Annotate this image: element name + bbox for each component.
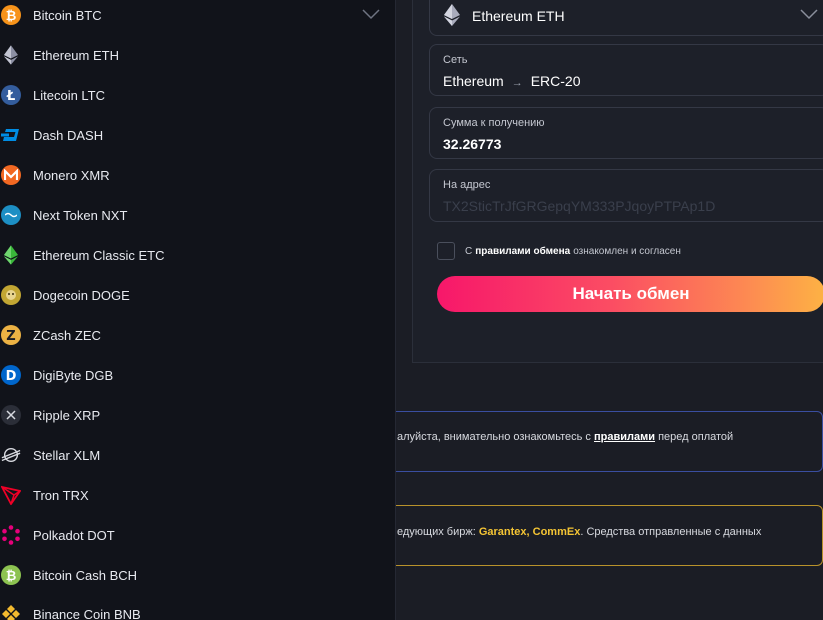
address-input-placeholder: TX2SticTrJfGRGepqYM333PJqoyPTPAp1D (443, 198, 716, 214)
receive-amount-field[interactable]: Сумма к получению 32.26773 (429, 107, 823, 159)
exchanges-warning-prefix: едующих бирж: (397, 526, 476, 538)
coin-option-dgb[interactable]: D DigiByte DGB (0, 355, 395, 395)
coin-option-doge[interactable]: Dogecoin DOGE (0, 275, 395, 315)
coin-option-xrp[interactable]: Ripple XRP (0, 395, 395, 435)
nxt-icon (1, 205, 21, 225)
coin-label: Ethereum Classic ETC (33, 247, 165, 263)
network-value: Ethereum → ERC-20 (443, 73, 581, 89)
agree-prefix: С (465, 245, 473, 257)
coin-option-dash[interactable]: Dash DASH (0, 115, 395, 155)
network-to: ERC-20 (530, 73, 581, 89)
coin-label: Tron TRX (33, 487, 89, 503)
svg-text:Z: Z (6, 329, 15, 342)
coin-option-eth[interactable]: Ethereum ETH (0, 35, 395, 75)
start-exchange-button[interactable]: Начать обмен (437, 276, 823, 312)
coin-label: Ethereum ETH (33, 47, 119, 63)
address-label: На адрес (443, 179, 491, 191)
exchanges-warning-text: едующих бирж: Garantex, CommEx. Средства… (397, 524, 761, 541)
ethereum-icon (1, 45, 21, 65)
rules-notice: алуйста, внимательно ознакомьтесь с прав… (380, 411, 823, 472)
network-from: Ethereum (443, 73, 504, 89)
coin-label: Litecoin LTC (33, 87, 106, 103)
coin-label: Stellar XLM (33, 447, 101, 463)
chevron-down-icon (800, 7, 818, 25)
coin-option-bch[interactable]: ₿ Bitcoin Cash BCH (0, 555, 395, 595)
arrow-right-icon: → (511, 77, 523, 89)
coin-label: Bitcoin Cash BCH (33, 567, 138, 583)
coin-option-btc[interactable]: ₿ Bitcoin BTC (0, 0, 395, 35)
polkadot-icon (1, 525, 21, 545)
chevron-down-icon[interactable] (362, 7, 380, 25)
dash-icon (1, 125, 21, 145)
exchanges-names: Garantex, CommEx (478, 526, 581, 538)
receive-currency-value: Ethereum ETH (472, 8, 565, 24)
stellar-icon (1, 445, 21, 465)
svg-text:₿: ₿ (6, 9, 17, 22)
digibyte-icon: D (1, 365, 21, 385)
coin-option-ltc[interactable]: Ł Litecoin LTC (0, 75, 395, 115)
coin-label: Binance Coin BNB (33, 606, 141, 620)
svg-text:Ł: Ł (6, 89, 15, 102)
bitcoin-icon: ₿ (1, 5, 21, 25)
coin-label: ZCash ZEC (33, 327, 101, 343)
coin-option-xmr[interactable]: Monero XMR (0, 155, 395, 195)
dogecoin-icon (1, 285, 21, 305)
litecoin-icon: Ł (1, 85, 21, 105)
agree-checkbox[interactable] (437, 242, 455, 260)
svg-text:D: D (6, 369, 17, 382)
coin-label: Bitcoin BTC (33, 7, 102, 23)
network-label: Сеть (443, 54, 468, 66)
rules-link[interactable]: правилами обмена (475, 246, 570, 257)
agree-row: С правилами обмена ознакомлен и согласен (437, 241, 681, 261)
address-field[interactable]: На адрес TX2SticTrJfGRGepqYM333PJqoyPTPA… (429, 169, 823, 222)
bitcoin-cash-icon: ₿ (1, 565, 21, 585)
exchanges-warning: едующих бирж: Garantex, CommEx. Средства… (380, 505, 823, 566)
receive-currency-select[interactable]: Ethereum ETH (429, 0, 823, 36)
zcash-icon: Z (1, 325, 21, 345)
coin-option-dot[interactable]: Polkadot DOT (0, 515, 395, 555)
svg-text:₿: ₿ (6, 569, 17, 582)
tron-icon (1, 485, 21, 505)
agree-suffix: ознакомлен и согласен (573, 245, 681, 257)
amount-label: Сумма к получению (443, 117, 545, 129)
coin-option-trx[interactable]: Tron TRX (0, 475, 395, 515)
rules-notice-suffix: перед оплатой (658, 431, 734, 443)
exchanges-warning-suffix: . Средства отправленные с данных (580, 526, 762, 538)
monero-icon (1, 165, 21, 185)
coin-label: Monero XMR (33, 167, 110, 183)
rules-notice-prefix: алуйста, внимательно ознакомьтесь с (397, 431, 591, 443)
coin-label: Dash DASH (33, 127, 104, 143)
coin-label: Polkadot DOT (33, 527, 115, 543)
ethereum-icon (444, 4, 460, 31)
coin-label: Next Token NXT (33, 207, 128, 223)
ripple-icon (1, 405, 21, 425)
coin-label: DigiByte DGB (33, 367, 114, 383)
coin-option-xlm[interactable]: Stellar XLM (0, 435, 395, 475)
coin-option-etc[interactable]: Ethereum Classic ETC (0, 235, 395, 275)
amount-value: 32.26773 (443, 136, 502, 152)
coin-option-zec[interactable]: Z ZCash ZEC (0, 315, 395, 355)
ethereum-classic-icon (1, 245, 21, 265)
rules-notice-link[interactable]: правилами (594, 431, 655, 443)
currency-dropdown: ₿ Bitcoin BTC Ethereum ETH Ł Litecoin LT… (0, 0, 396, 620)
rules-notice-text: алуйста, внимательно ознакомьтесь с прав… (397, 431, 733, 443)
network-field[interactable]: Сеть Ethereum → ERC-20 (429, 44, 823, 96)
binance-icon (1, 604, 21, 620)
coin-option-nxt[interactable]: Next Token NXT (0, 195, 395, 235)
coin-option-bnb[interactable]: Binance Coin BNB (0, 594, 395, 620)
coin-label: Ripple XRP (33, 407, 101, 423)
coin-label: Dogecoin DOGE (33, 287, 130, 303)
